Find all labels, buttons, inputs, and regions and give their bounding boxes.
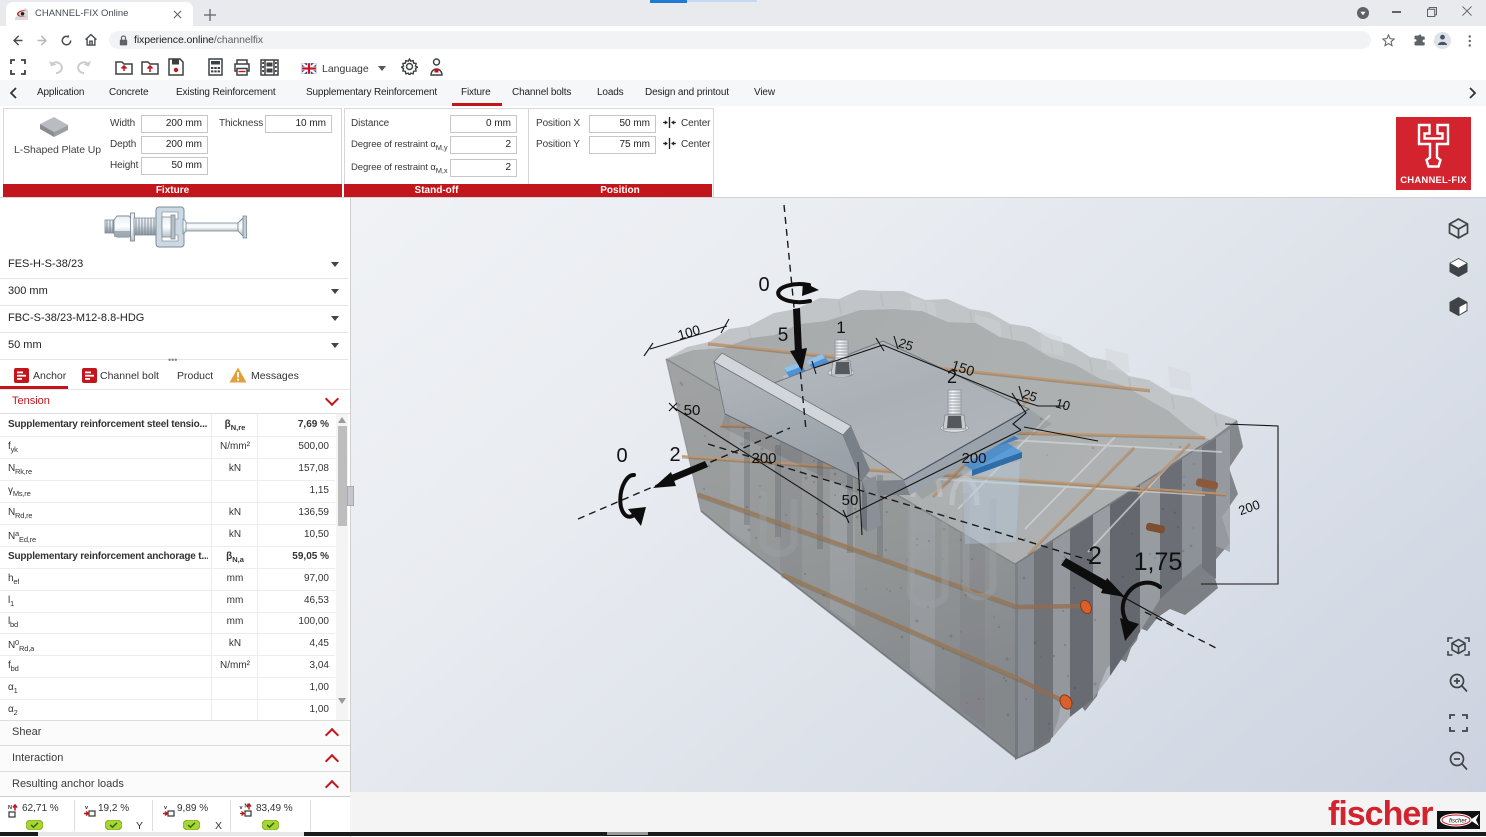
- svg-text:200: 200: [961, 450, 986, 467]
- svg-text:50: 50: [684, 402, 701, 419]
- svg-text:50: 50: [842, 492, 859, 509]
- svg-text:2: 2: [669, 444, 680, 466]
- svg-text:v: v: [85, 805, 89, 811]
- svg-text:0: 0: [616, 445, 627, 467]
- svg-text:200: 200: [751, 450, 776, 467]
- svg-text:1: 1: [836, 318, 845, 337]
- svg-text:fischer: fischer: [1449, 819, 1468, 825]
- svg-text:100: 100: [676, 322, 702, 343]
- svg-text:v: v: [240, 805, 244, 811]
- svg-text:0: 0: [758, 274, 769, 296]
- svg-text:2: 2: [1088, 542, 1102, 570]
- svg-text:v: v: [164, 805, 168, 811]
- svg-text:N: N: [245, 804, 249, 810]
- svg-text:5: 5: [778, 325, 789, 346]
- svg-text:N: N: [8, 805, 12, 811]
- svg-text:1,75: 1,75: [1134, 548, 1183, 576]
- svg-text:200: 200: [1236, 497, 1262, 519]
